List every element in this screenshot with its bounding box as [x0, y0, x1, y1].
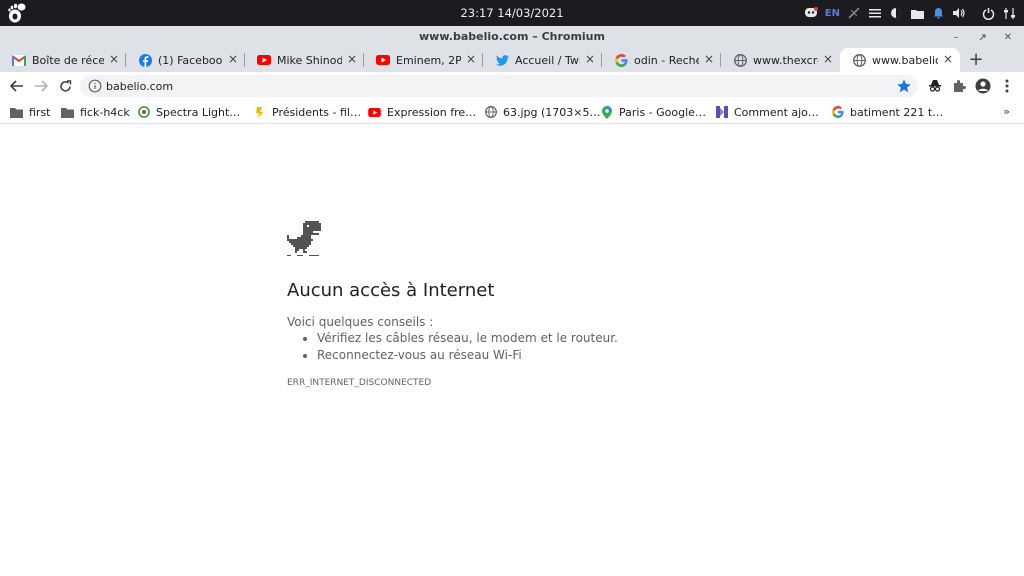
forward-arrow-icon[interactable] — [32, 77, 50, 95]
window-controls: – ✕ — [948, 29, 1016, 45]
bookmark-folder-fick-h4ck[interactable]: fick-h4ck — [61, 104, 130, 120]
notification-bell-icon[interactable] — [931, 6, 945, 20]
bookmark-star-icon[interactable] — [896, 78, 912, 94]
profile-avatar-icon[interactable] — [974, 77, 992, 95]
address-bar[interactable]: babelio.com — [80, 75, 918, 97]
minimize-icon[interactable]: – — [948, 29, 964, 45]
menu-list-icon[interactable] — [868, 6, 882, 20]
extension-spy-icon[interactable] — [926, 77, 944, 95]
bookmark-presidents[interactable]: Présidents - fil… — [253, 104, 361, 120]
bookmark-expression[interactable]: Expression fre… — [368, 104, 476, 120]
reload-icon[interactable] — [56, 77, 74, 95]
close-icon[interactable]: × — [703, 53, 715, 65]
network-disconnected-icon[interactable] — [847, 6, 861, 20]
site-info-icon[interactable] — [88, 79, 102, 93]
globe-icon — [733, 53, 747, 67]
discord-icon[interactable] — [804, 6, 818, 20]
google-icon — [831, 106, 844, 119]
window-titlebar[interactable]: www.babelio.com – Chromium – ✕ — [0, 26, 1024, 48]
gmail-icon — [12, 53, 26, 67]
app-icon — [715, 106, 728, 119]
maximize-icon[interactable] — [974, 29, 990, 45]
youtube-icon — [376, 53, 390, 67]
bookmark-folder-first[interactable]: first — [10, 104, 51, 120]
bookmark-spectra-light[interactable]: Spectra Light… — [137, 104, 240, 120]
night-light-icon[interactable] — [889, 6, 903, 20]
close-icon[interactable]: × — [465, 53, 477, 65]
browser-toolbar: babelio.com — [0, 72, 1024, 100]
settings-sliders-icon[interactable] — [1002, 6, 1016, 20]
tab-youtube-eminem[interactable]: Eminem, 2Pac × — [364, 48, 483, 72]
system-tray: EN — [804, 4, 1016, 22]
folder-icon — [10, 106, 23, 119]
bookmark-63-jpg[interactable]: 63.jpg (1703×5… — [484, 104, 601, 120]
tab-babelio-active[interactable]: www.babelio × — [840, 48, 960, 72]
bookmark-paris-maps[interactable]: Paris - Google… — [600, 104, 706, 120]
twitter-icon — [495, 53, 509, 67]
power-icon[interactable] — [981, 6, 995, 20]
extensions-puzzle-icon[interactable] — [950, 77, 968, 95]
tab-facebook[interactable]: (1) Facebook × — [126, 48, 245, 72]
facebook-icon — [138, 53, 152, 67]
spectra-icon — [137, 106, 150, 119]
bookmarks-bar: first fick-h4ck Spectra Light… Président… — [0, 100, 1024, 124]
tab-thexcre[interactable]: www.thexcre × — [721, 48, 840, 72]
error-heading: Aucun accès à Internet — [287, 280, 495, 301]
more-vertical-icon[interactable] — [998, 77, 1016, 95]
url-text[interactable]: babelio.com — [106, 80, 173, 93]
close-icon[interactable]: × — [942, 53, 954, 65]
page-content: Aucun accès à Internet Voici quelques co… — [0, 125, 1024, 576]
folder-icon[interactable] — [910, 6, 924, 20]
close-icon[interactable]: × — [584, 53, 596, 65]
tab-youtube-mike-shinoda[interactable]: Mike Shinoda × — [245, 48, 364, 72]
bookmark-comment-ajouter[interactable]: Comment ajo… — [715, 104, 819, 120]
tab-twitter[interactable]: Accueil / Twitt × — [483, 48, 602, 72]
folder-icon — [61, 106, 74, 119]
system-top-panel: 23:17 14/03/2021 EN — [0, 0, 1024, 26]
bookmarks-overflow-button[interactable]: » — [1003, 105, 1010, 118]
globe-icon — [852, 53, 866, 67]
close-icon[interactable]: × — [227, 53, 239, 65]
close-icon[interactable]: × — [346, 53, 358, 65]
error-suggestions-list: Vérifiez les câbles réseau, le modem et … — [317, 331, 618, 365]
error-suggestions-intro: Voici quelques conseils : — [287, 315, 434, 329]
google-icon — [614, 53, 628, 67]
close-icon[interactable]: × — [822, 53, 834, 65]
volume-icon[interactable] — [952, 6, 966, 20]
youtube-icon — [257, 53, 271, 67]
new-tab-button[interactable]: + — [966, 50, 986, 70]
tab-google-search[interactable]: odin - Recherc × — [602, 48, 721, 72]
list-item: Reconnectez-vous au réseau Wi-Fi — [317, 348, 618, 362]
close-window-icon[interactable]: ✕ — [1000, 29, 1016, 45]
keyboard-layout-indicator[interactable]: EN — [825, 8, 840, 19]
error-code: ERR_INTERNET_DISCONNECTED — [287, 378, 432, 388]
close-icon[interactable]: × — [108, 53, 120, 65]
tab-strip: Boîte de récep × (1) Facebook × Mike Shi… — [0, 48, 1024, 72]
globe-icon — [484, 106, 497, 119]
youtube-icon — [368, 106, 381, 119]
offline-dino-icon[interactable] — [287, 221, 321, 257]
tab-gmail[interactable]: Boîte de récep × — [0, 48, 126, 72]
window-title: www.babelio.com – Chromium — [419, 30, 605, 43]
bookmark-batiment-221[interactable]: batiment 221 t… — [831, 104, 943, 120]
maps-pin-icon — [600, 105, 613, 119]
presidents-icon — [253, 106, 266, 119]
back-arrow-icon[interactable] — [8, 77, 26, 95]
list-item: Vérifiez les câbles réseau, le modem et … — [317, 331, 618, 345]
